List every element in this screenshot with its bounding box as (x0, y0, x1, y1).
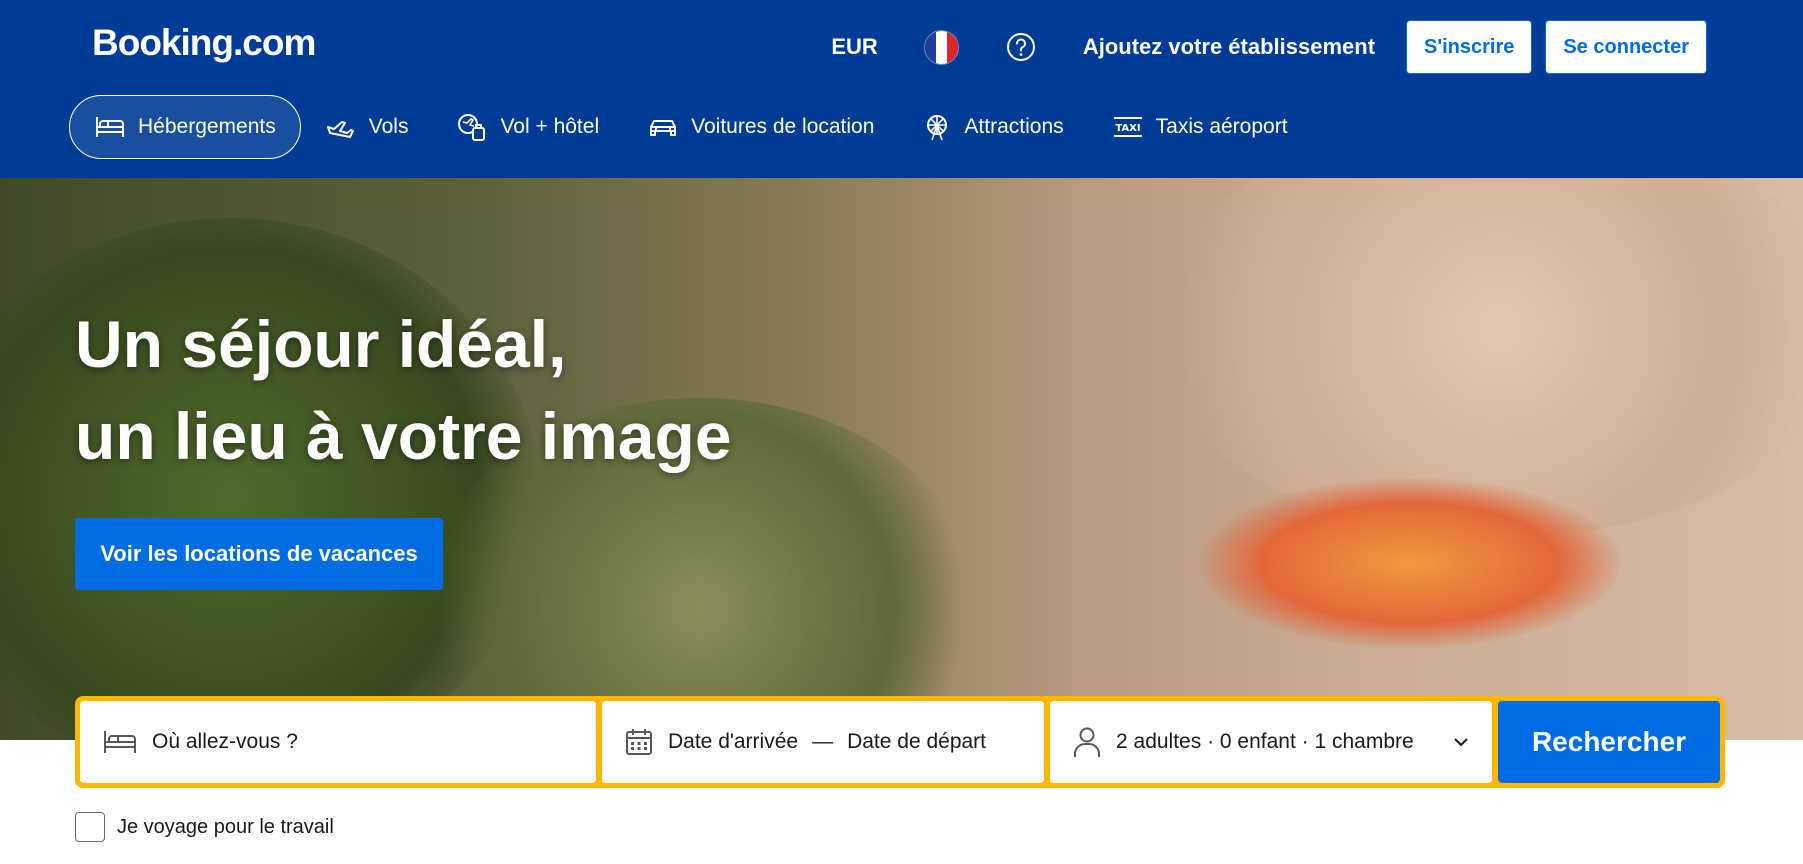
hero-title-line1: Un séjour idéal, (75, 307, 567, 381)
chevron-down-icon (1454, 738, 1468, 747)
tab-attractions[interactable]: Attractions (898, 95, 1087, 159)
destination-placeholder: Où allez-vous ? (152, 730, 298, 753)
business-travel-option[interactable]: Je voyage pour le travail (75, 812, 334, 842)
vacation-rentals-button[interactable]: Voir les locations de vacances (75, 518, 443, 590)
search-bar: Où allez-vous ? Date d'arrivée — Date de… (75, 696, 1725, 788)
taxi-icon: TAXI (1113, 117, 1142, 137)
tab-label: Attractions (964, 115, 1064, 138)
tab-flight-hotel[interactable]: Vol + hôtel (432, 95, 623, 159)
tab-car-rental[interactable]: Voitures de location (623, 95, 898, 159)
tab-label: Voitures de location (691, 115, 875, 138)
tab-label: Hébergements (138, 115, 276, 138)
svg-text:TAXI: TAXI (1115, 123, 1140, 134)
plane-icon (326, 121, 354, 138)
hero-title-line2: un lieu à votre image (75, 399, 732, 473)
product-nav: Hébergements Vols Vol + hôtel Voitures d… (69, 95, 1312, 159)
occupancy-value: 2 adultes · 0 enfant · 1 chambre (1116, 730, 1414, 753)
dates-field[interactable]: Date d'arrivée — Date de départ (602, 701, 1044, 783)
help-icon[interactable] (1005, 31, 1037, 63)
calendar-icon (626, 729, 652, 755)
booking-logo[interactable]: Booking.com (92, 22, 316, 64)
car-icon (650, 120, 677, 136)
top-bar: EUR Ajoutez votre établissement S'inscri… (831, 20, 1707, 74)
french-flag-icon[interactable] (923, 29, 959, 65)
date-separator: — (812, 730, 834, 753)
bed-icon (104, 731, 136, 753)
ferris-wheel-icon (927, 115, 948, 141)
business-travel-checkbox[interactable] (75, 812, 105, 842)
tab-accommodations[interactable]: Hébergements (69, 95, 301, 159)
hero-title: Un séjour idéal, un lieu à votre image (75, 298, 732, 482)
register-button[interactable]: S'inscrire (1406, 20, 1533, 74)
tab-label: Vols (368, 115, 409, 138)
checkout-date: Date de départ (847, 730, 987, 753)
business-travel-label: Je voyage pour le travail (117, 815, 334, 838)
flight-hotel-icon (458, 114, 486, 141)
login-button[interactable]: Se connecter (1545, 20, 1707, 74)
bed-icon (96, 117, 124, 137)
site-header: Booking.com EUR Ajoutez votre établissem… (0, 0, 1803, 178)
tab-label: Vol + hôtel (500, 115, 600, 138)
destination-field[interactable]: Où allez-vous ? (80, 701, 596, 783)
tab-label: Taxis aéroport (1155, 115, 1288, 138)
search-button[interactable]: Rechercher (1498, 701, 1720, 783)
tab-flights[interactable]: Vols (301, 95, 433, 159)
hero-banner: Un séjour idéal, un lieu à votre image V… (0, 178, 1803, 740)
person-icon (1074, 727, 1100, 757)
tab-airport-taxis[interactable]: TAXI Taxis aéroport (1088, 95, 1312, 159)
hero-photo-surfboard (1200, 478, 1620, 648)
checkin-date: Date d'arrivée (668, 730, 799, 753)
occupancy-field[interactable]: 2 adultes · 0 enfant · 1 chambre (1050, 701, 1492, 783)
add-property-link[interactable]: Ajoutez votre établissement (1083, 34, 1375, 60)
currency-selector[interactable]: EUR (831, 34, 877, 60)
